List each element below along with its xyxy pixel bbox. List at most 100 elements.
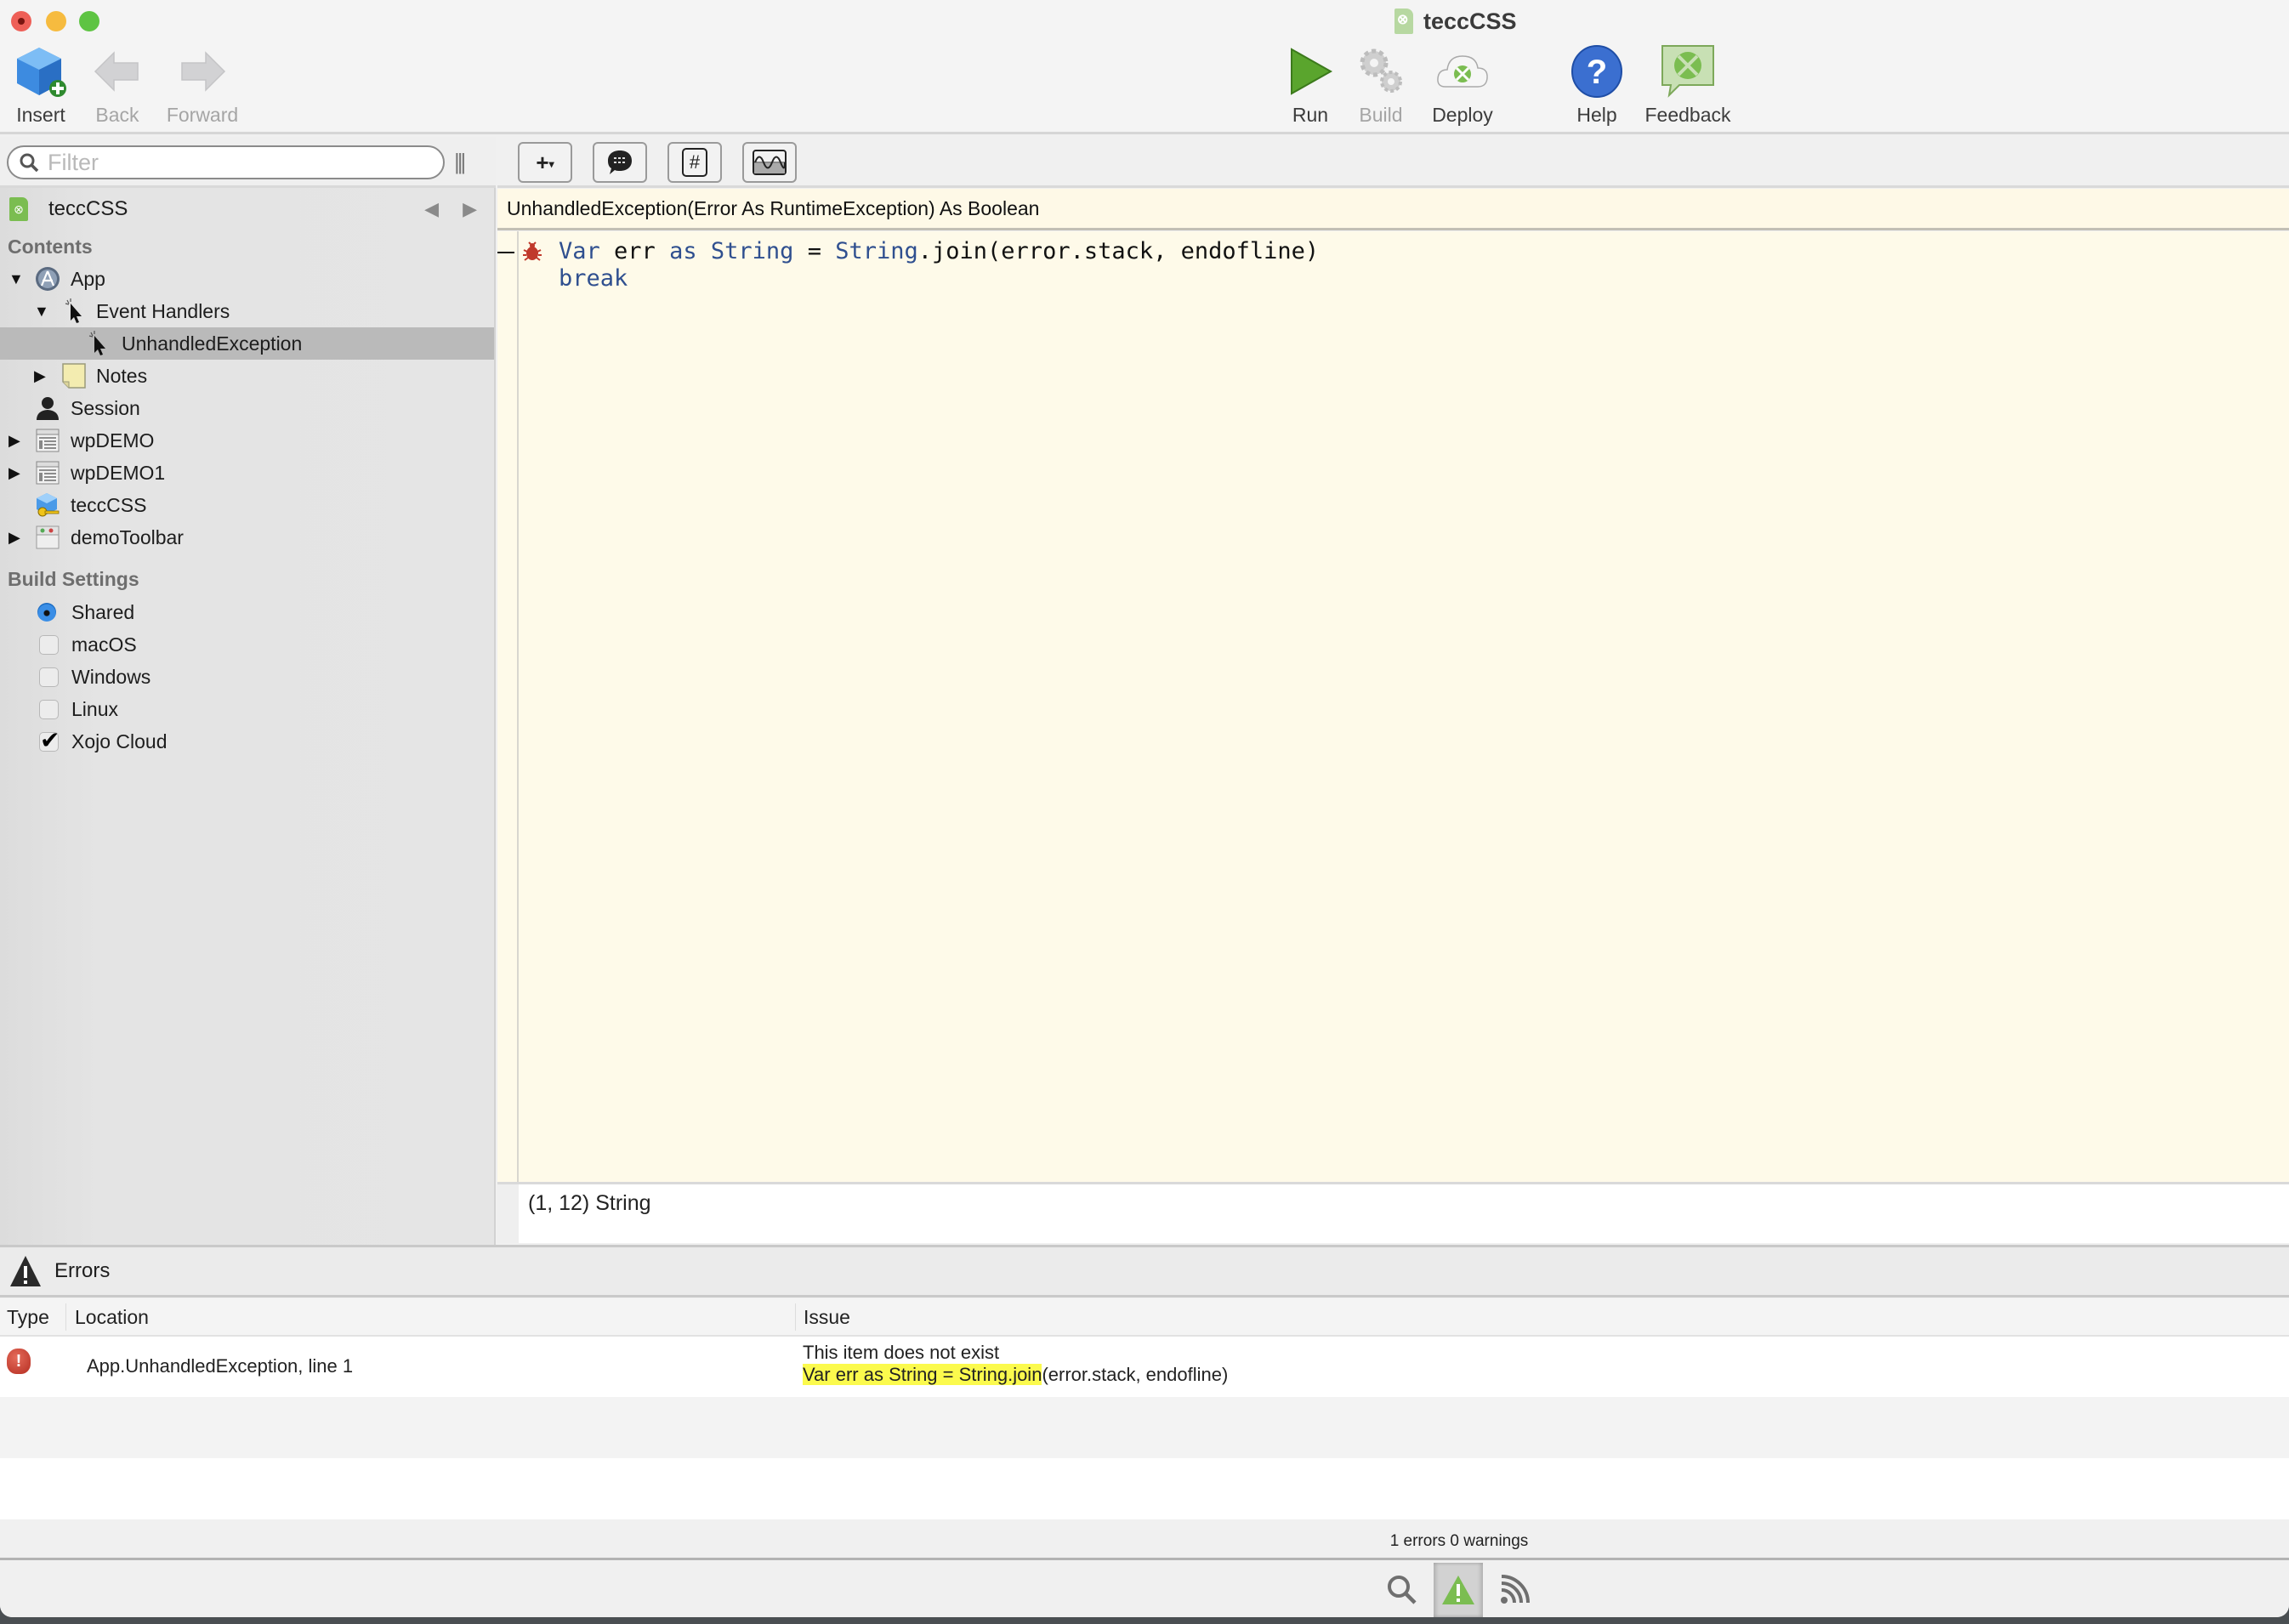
method-signature: UnhandledException(Error As RuntimeExcep… bbox=[507, 196, 1040, 219]
type-info-text: (1, 12) String bbox=[528, 1191, 651, 1215]
svg-text:?: ? bbox=[1587, 54, 1607, 91]
fold-marker[interactable] bbox=[497, 252, 514, 253]
project-header[interactable]: ⊗ teccCSS ◀ ▶ bbox=[0, 188, 494, 230]
editor-toolbar: +▾ # bbox=[497, 137, 2289, 188]
warning-triangle-green-icon bbox=[1442, 1576, 1474, 1604]
build-setting-macos[interactable]: macOS bbox=[0, 628, 494, 661]
navigator-sidebar: ⊗ teccCSS ◀ ▶ Contents ▼ App ▼ Event Han… bbox=[0, 188, 496, 1246]
build-settings-heading: Build Settings bbox=[8, 568, 139, 590]
messages-panel-button[interactable] bbox=[1490, 1563, 1539, 1617]
help-question-icon: ? bbox=[1570, 44, 1624, 99]
tree-item-wpdemo1[interactable]: ▶ wpDEMO1 bbox=[0, 457, 494, 489]
tree-item-event-handlers[interactable]: ▼ Event Handlers bbox=[0, 295, 494, 327]
tree-item-notes[interactable]: ▶ Notes bbox=[0, 360, 494, 392]
column-issue[interactable]: Issue bbox=[804, 1306, 850, 1329]
zoom-window-button[interactable] bbox=[79, 11, 99, 31]
project-document-icon bbox=[1394, 9, 1413, 34]
build-setting-windows[interactable]: Windows bbox=[0, 661, 494, 693]
disclosure-expanded-icon[interactable]: ▼ bbox=[34, 303, 51, 321]
profile-button[interactable] bbox=[742, 142, 797, 183]
deploy-cloud-icon bbox=[1435, 44, 1490, 99]
deploy-button[interactable]: Deploy bbox=[1416, 44, 1509, 127]
nav-next-button[interactable]: ▶ bbox=[463, 198, 477, 220]
tree-item-unhandled-exception[interactable]: UnhandledException bbox=[0, 327, 494, 360]
plus-dropdown-icon: +▾ bbox=[536, 149, 554, 175]
minimize-window-button[interactable] bbox=[46, 11, 66, 31]
column-type[interactable]: Type bbox=[7, 1306, 49, 1329]
event-handler-icon bbox=[61, 298, 87, 324]
session-icon bbox=[35, 395, 60, 421]
tree-item-tecccss-module[interactable]: teccCSS bbox=[0, 489, 494, 521]
search-icon bbox=[20, 153, 39, 173]
window-title-text: teccCSS bbox=[1423, 8, 1517, 34]
waveform-icon bbox=[753, 150, 787, 175]
column-location[interactable]: Location bbox=[75, 1306, 149, 1329]
build-setting-xojo-cloud[interactable]: Xojo Cloud bbox=[0, 725, 494, 758]
pragma-hash-icon: # bbox=[682, 148, 707, 177]
bottom-panel-bar bbox=[0, 1563, 2289, 1617]
filter-field[interactable] bbox=[7, 145, 445, 179]
type-info-bar: (1, 12) String bbox=[497, 1182, 2289, 1243]
error-issue-message: This item does not exist bbox=[803, 1342, 1000, 1363]
back-button[interactable]: Back bbox=[71, 44, 164, 127]
add-menu-button[interactable]: +▾ bbox=[518, 142, 572, 183]
tree-item-app[interactable]: ▼ App bbox=[0, 263, 494, 295]
webpage-icon bbox=[35, 460, 60, 485]
error-row[interactable]: ! App.UnhandledException, line 1 This it… bbox=[0, 1337, 2289, 1397]
build-setting-linux[interactable]: Linux bbox=[0, 693, 494, 725]
errors-summary: 1 errors 0 warnings bbox=[1389, 1532, 1529, 1550]
forward-button[interactable]: Forward bbox=[156, 44, 249, 127]
error-code-rest: (error.stack, endofline) bbox=[1042, 1364, 1229, 1385]
disclosure-collapsed-icon[interactable]: ▶ bbox=[9, 529, 26, 547]
tree-item-wpdemo[interactable]: ▶ wpDEMO bbox=[0, 424, 494, 457]
disclosure-expanded-icon[interactable]: ▼ bbox=[9, 270, 26, 288]
pragma-button[interactable]: # bbox=[667, 142, 722, 183]
code-line-1: Var err as String = String.join(error.st… bbox=[559, 238, 1320, 264]
event-handler-icon bbox=[85, 331, 111, 356]
code-editor[interactable]: Var err as String = String.join(error.st… bbox=[497, 231, 2289, 1182]
filter-input[interactable] bbox=[48, 149, 422, 176]
close-window-button[interactable] bbox=[11, 11, 31, 31]
back-arrow-icon bbox=[90, 44, 145, 99]
error-stop-icon: ! bbox=[7, 1349, 31, 1374]
project-icon: ⊗ bbox=[9, 197, 28, 221]
build-setting-shared[interactable]: Shared bbox=[0, 595, 494, 628]
empty-row bbox=[0, 1458, 2289, 1519]
disclosure-collapsed-icon[interactable]: ▶ bbox=[9, 464, 26, 482]
windows-checkbox[interactable] bbox=[39, 667, 59, 687]
nav-previous-button[interactable]: ◀ bbox=[424, 198, 439, 220]
navigator-arrows: ◀ ▶ bbox=[424, 198, 477, 220]
project-name: teccCSS bbox=[48, 197, 128, 220]
search-icon bbox=[1388, 1576, 1417, 1604]
column-toggle-button[interactable]: ||| bbox=[454, 149, 466, 175]
titlebar: teccCSS Insert Back bbox=[0, 0, 2289, 134]
comment-button[interactable] bbox=[593, 142, 647, 183]
errors-panel-title: Errors bbox=[54, 1259, 111, 1282]
contents-heading: Contents bbox=[8, 236, 93, 258]
feedback-button[interactable]: Feedback bbox=[1641, 44, 1735, 127]
errors-panel-button[interactable] bbox=[1434, 1563, 1483, 1617]
build-button[interactable]: Build bbox=[1334, 44, 1428, 127]
note-icon bbox=[61, 363, 87, 389]
xojo-cloud-checkbox[interactable] bbox=[39, 726, 60, 754]
radio-selected-icon[interactable] bbox=[37, 595, 62, 622]
search-panel-button[interactable] bbox=[1377, 1563, 1427, 1617]
tree-item-demotoolbar[interactable]: ▶ demoToolbar bbox=[0, 521, 494, 554]
disclosure-collapsed-icon[interactable]: ▶ bbox=[34, 367, 51, 385]
disclosure-collapsed-icon[interactable]: ▶ bbox=[9, 432, 26, 450]
macos-checkbox[interactable] bbox=[39, 634, 59, 655]
code-text[interactable]: Var err as String = String.join(error.st… bbox=[559, 238, 1319, 292]
error-bug-icon[interactable] bbox=[522, 241, 542, 268]
insert-cube-icon bbox=[14, 44, 68, 99]
feed-rss-icon bbox=[1501, 1575, 1530, 1604]
linux-checkbox[interactable] bbox=[39, 699, 59, 719]
error-location: App.UnhandledException, line 1 bbox=[87, 1355, 354, 1377]
method-signature-bar[interactable]: UnhandledException(Error As RuntimeExcep… bbox=[497, 189, 2289, 230]
tree-item-session[interactable]: Session bbox=[0, 392, 494, 424]
toolbar-icon bbox=[35, 525, 60, 550]
help-button[interactable]: ? Help bbox=[1550, 44, 1644, 127]
forward-arrow-icon bbox=[175, 44, 230, 99]
feedback-bubble-icon bbox=[1661, 44, 1715, 99]
empty-row bbox=[0, 1397, 2289, 1458]
errors-summary-bar: 1 errors 0 warnings bbox=[0, 1519, 2289, 1560]
